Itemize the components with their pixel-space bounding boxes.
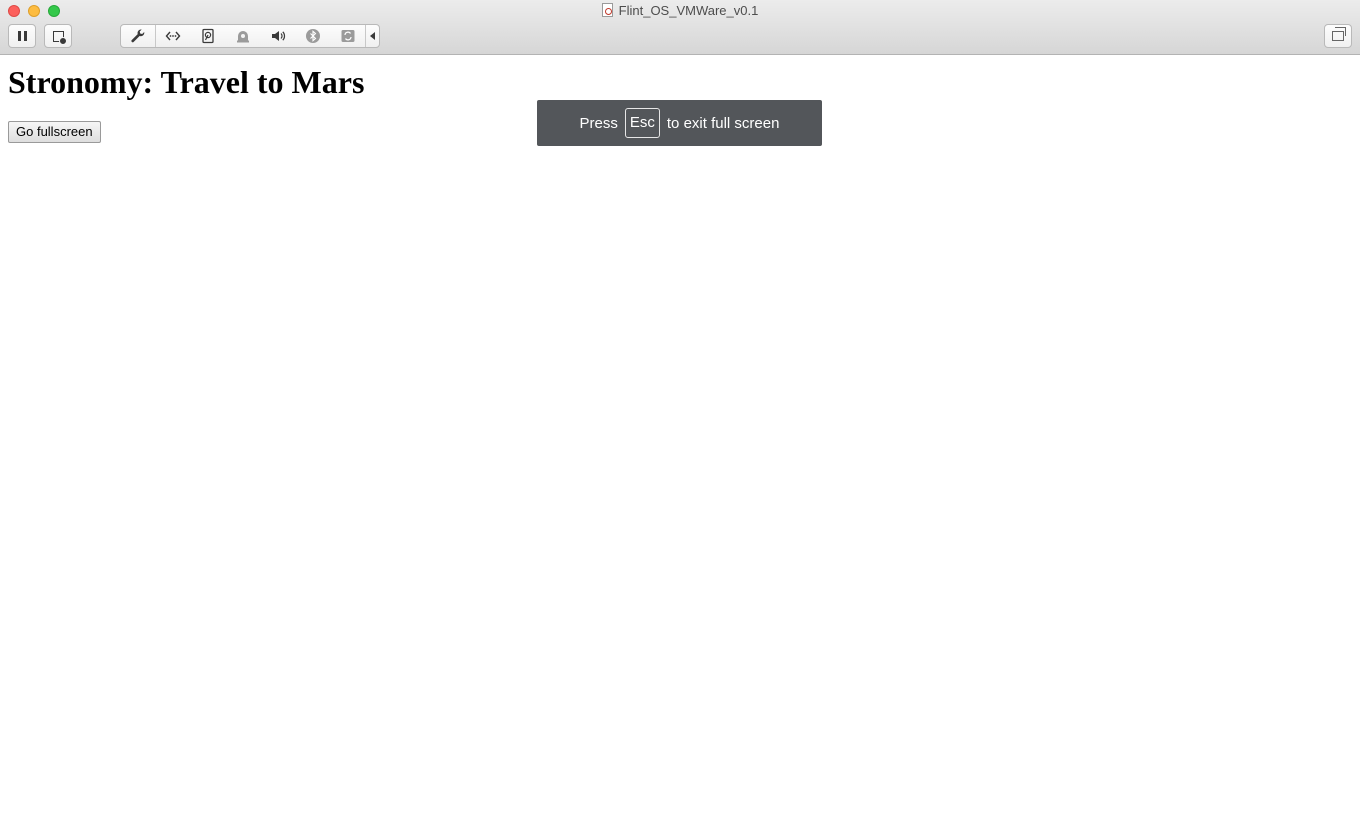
window-titlebar: Flint_OS_VMWare_v0.1 [0, 0, 1360, 55]
restore-window-button[interactable] [1324, 24, 1352, 48]
camera-icon[interactable] [226, 25, 261, 47]
bluetooth-icon[interactable] [295, 25, 330, 47]
document-icon [601, 3, 613, 17]
usb-sync-icon[interactable] [330, 25, 365, 47]
window-title: Flint_OS_VMWare_v0.1 [0, 3, 1360, 19]
restore-icon [1332, 27, 1346, 41]
pause-icon [17, 31, 27, 41]
window-title-text: Flint_OS_VMWare_v0.1 [618, 3, 759, 18]
page-content: Stronomy: Travel to Mars Go fullscreen [0, 56, 1360, 823]
fullscreen-exit-toast: Press Esc to exit full screen [537, 100, 822, 146]
snapshot-button[interactable] [44, 24, 72, 48]
network-icon[interactable] [156, 25, 191, 47]
toast-suffix: to exit full screen [666, 114, 780, 132]
vm-settings-toolbar [120, 24, 380, 48]
toast-prefix: Press [579, 114, 618, 132]
page-title: Stronomy: Travel to Mars [8, 64, 365, 100]
harddisk-icon[interactable] [191, 25, 226, 47]
esc-key-badge: Esc [624, 108, 660, 138]
pause-vm-button[interactable] [8, 24, 36, 48]
go-fullscreen-button[interactable]: Go fullscreen [8, 121, 101, 143]
collapse-toolbar-button[interactable] [365, 25, 379, 47]
wrench-icon[interactable] [121, 25, 156, 47]
snapshot-icon [52, 30, 67, 45]
chevron-left-icon [370, 32, 375, 40]
sound-icon[interactable] [260, 25, 295, 47]
